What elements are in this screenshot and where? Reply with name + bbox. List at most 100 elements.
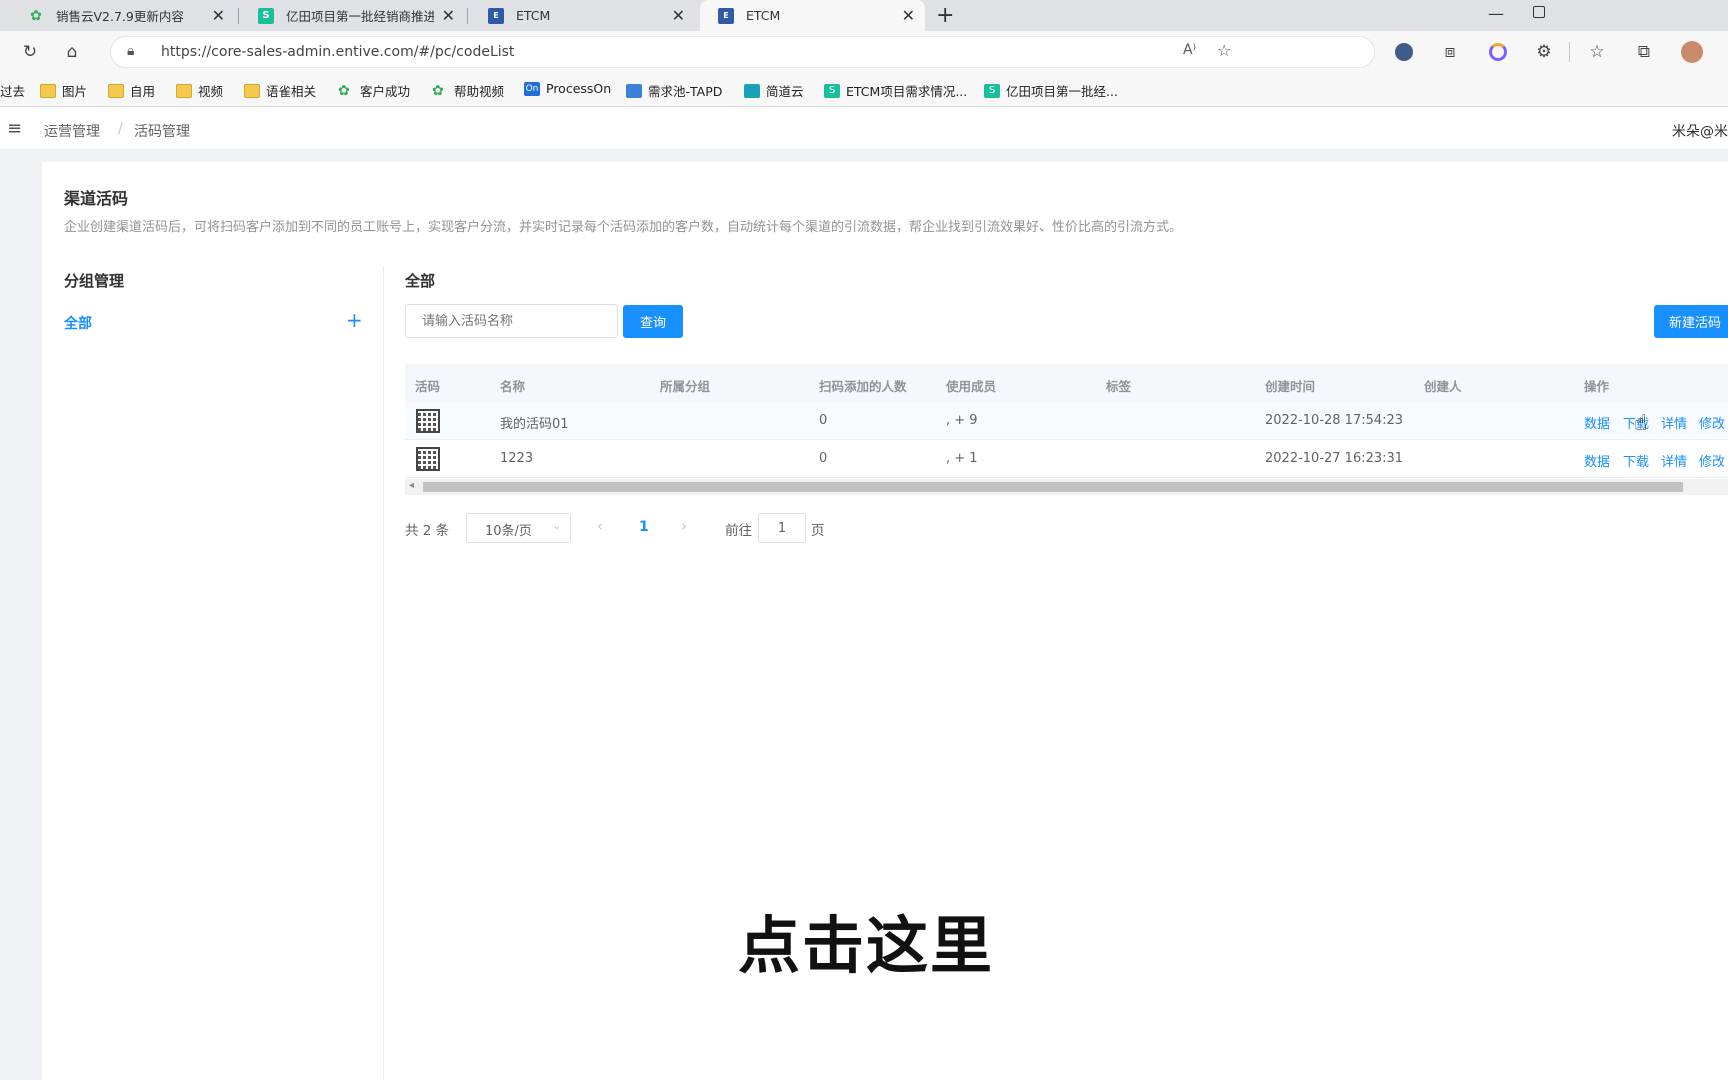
color-extension-icon[interactable] bbox=[1486, 40, 1510, 64]
scan-count: 0 bbox=[819, 413, 828, 428]
goto-prefix: 前往 bbox=[725, 523, 752, 539]
leaf-icon: ✿ bbox=[338, 82, 350, 99]
menu-toggle-icon[interactable]: ≡ bbox=[7, 118, 22, 139]
edit-link[interactable]: 修改 bbox=[1699, 451, 1725, 470]
bookmark-item[interactable]: 需求池-TAPD bbox=[626, 81, 722, 100]
bookmark-folder[interactable]: 图片 bbox=[40, 81, 87, 100]
folder-icon bbox=[108, 83, 124, 98]
breadcrumb-item[interactable]: 运营管理 bbox=[44, 121, 100, 141]
new-tab-button[interactable]: + bbox=[936, 3, 954, 28]
goto-suffix: 页 bbox=[811, 523, 825, 539]
search-input[interactable] bbox=[405, 304, 618, 338]
screenshot-icon[interactable]: ⧈ bbox=[1438, 40, 1462, 64]
panel-divider bbox=[383, 266, 384, 1080]
column-header: 名称 bbox=[500, 379, 526, 394]
browser-tab-2[interactable]: S 亿田项目第一批经销商推进度 ✕ bbox=[240, 0, 465, 31]
close-icon[interactable]: ✕ bbox=[442, 6, 455, 25]
main-title: 全部 bbox=[405, 272, 436, 290]
bookmark-item[interactable]: 简道云 bbox=[744, 81, 804, 100]
bookmark-label: 图片 bbox=[62, 84, 88, 99]
bookmark-folder[interactable]: 语雀相关 bbox=[244, 81, 316, 100]
prev-page-icon[interactable]: ‹ bbox=[597, 517, 603, 535]
data-link[interactable]: 数据 bbox=[1584, 451, 1610, 470]
maximize-icon[interactable] bbox=[1533, 6, 1545, 18]
browser-tab-strip: ✿ 销售云V2.7.9更新内容 ✕ S 亿田项目第一批经销商推进度 ✕ E ET… bbox=[0, 0, 1728, 31]
browser-tab-title: 销售云V2.7.9更新内容 bbox=[56, 9, 184, 24]
code-name: 1223 bbox=[500, 451, 534, 466]
page-number-current[interactable]: 1 bbox=[639, 519, 649, 535]
tab-separator bbox=[238, 8, 239, 24]
close-icon[interactable]: ✕ bbox=[212, 6, 225, 25]
processon-icon: On bbox=[524, 81, 540, 96]
read-aloud-icon[interactable]: A⁾ bbox=[1183, 42, 1196, 58]
browser-tab-1[interactable]: ✿ 销售云V2.7.9更新内容 ✕ bbox=[10, 0, 235, 31]
bookmark-item[interactable]: ✿ 客户成功 bbox=[338, 81, 410, 100]
close-icon[interactable]: ✕ bbox=[902, 6, 915, 25]
detail-link[interactable]: 详情 bbox=[1661, 413, 1687, 432]
browser-tab-4-active[interactable]: E ETCM ✕ bbox=[700, 0, 925, 31]
bookmark-label: 自用 bbox=[130, 84, 156, 99]
column-header: 活码 bbox=[415, 379, 441, 394]
table-row bbox=[405, 402, 1728, 440]
collections-icon[interactable]: ⧉ bbox=[1632, 40, 1656, 64]
extension-blue-icon[interactable] bbox=[1392, 40, 1416, 64]
page-description: 企业创建渠道活码后，可将扫码客户添加到不同的员工账号上，实现客户分流，并实时记录… bbox=[64, 220, 1183, 235]
bookmark-label: 语雀相关 bbox=[266, 84, 317, 99]
bookmarks-bar: 过去 图片 自用 视频 语雀相关 ✿ 客户成功 ✿ 帮助视频 On ProcessOn… bbox=[0, 73, 1728, 107]
favorite-add-icon[interactable]: ☆ bbox=[1217, 41, 1231, 60]
minimize-icon[interactable]: — bbox=[1488, 4, 1504, 23]
s-doc-icon: S bbox=[258, 7, 274, 24]
lock-icon[interactable]: 🔒︎ bbox=[127, 43, 134, 59]
bookmark-item[interactable]: S ETCM项目需求情况... bbox=[824, 81, 967, 100]
horizontal-scrollbar[interactable]: ◂ bbox=[405, 479, 1728, 495]
s-doc-icon: S bbox=[984, 83, 1000, 98]
scan-count: 0 bbox=[819, 451, 828, 466]
column-header: 所属分组 bbox=[660, 379, 711, 394]
breadcrumb-separator: / bbox=[118, 121, 123, 137]
page-size-select[interactable]: 10条/页 ⌄ bbox=[466, 513, 571, 543]
table-header-row bbox=[405, 364, 1728, 402]
bookmark-label: ProcessOn bbox=[546, 81, 612, 96]
app-header: ≡ 运营管理 / 活码管理 米朵@米 bbox=[0, 108, 1728, 150]
bookmark-item[interactable]: On ProcessOn bbox=[524, 81, 611, 96]
overlay-caption: 点击这里 bbox=[738, 909, 995, 982]
url-text[interactable]: https://core-sales-admin.entive.com/#/pc… bbox=[161, 44, 514, 60]
user-name[interactable]: 米朵@米 bbox=[1672, 121, 1728, 141]
new-code-button[interactable]: 新建活码 bbox=[1654, 305, 1728, 338]
bookmark-item[interactable]: 过去 bbox=[0, 81, 25, 100]
edit-link[interactable]: 修改 bbox=[1699, 413, 1725, 432]
data-link[interactable]: 数据 bbox=[1584, 413, 1610, 432]
scroll-left-arrow-icon[interactable]: ◂ bbox=[409, 480, 414, 491]
address-bar[interactable]: 🔒︎ https://core-sales-admin.entive.com/#… bbox=[110, 36, 1375, 68]
extensions-icon[interactable]: ⚙ bbox=[1532, 40, 1556, 64]
code-name: 我的活码01 bbox=[500, 417, 569, 432]
browser-toolbar: ↻ ⌂ 🔒︎ https://core-sales-admin.entive.c… bbox=[0, 31, 1728, 73]
add-group-icon[interactable]: + bbox=[346, 308, 363, 332]
home-icon[interactable]: ⌂ bbox=[60, 40, 84, 64]
goto-page-input[interactable] bbox=[758, 513, 806, 543]
qr-code-thumbnail[interactable] bbox=[416, 447, 440, 471]
scrollbar-thumb[interactable] bbox=[423, 482, 1683, 492]
favorites-icon[interactable]: ☆ bbox=[1585, 40, 1609, 64]
detail-link[interactable]: 详情 bbox=[1661, 451, 1687, 470]
pagination-total: 共 2 条 bbox=[405, 523, 450, 539]
close-icon[interactable]: ✕ bbox=[672, 6, 685, 25]
leaf-icon: ✿ bbox=[30, 7, 42, 24]
bookmark-item[interactable]: S 亿田项目第一批经... bbox=[984, 81, 1118, 100]
etcm-icon: E bbox=[718, 7, 734, 24]
download-link[interactable]: 下载 bbox=[1623, 451, 1649, 470]
bookmark-folder[interactable]: 自用 bbox=[108, 81, 155, 100]
bookmark-label: 亿田项目第一批经... bbox=[1006, 84, 1118, 99]
bookmark-label: ETCM项目需求情况... bbox=[846, 84, 968, 99]
bookmark-label: 视频 bbox=[198, 84, 224, 99]
query-button[interactable]: 查询 bbox=[623, 305, 683, 338]
browser-tab-3[interactable]: E ETCM ✕ bbox=[470, 0, 695, 31]
next-page-icon[interactable]: › bbox=[681, 517, 687, 535]
bookmark-folder[interactable]: 视频 bbox=[176, 81, 223, 100]
profile-avatar[interactable] bbox=[1680, 40, 1704, 64]
qr-code-thumbnail[interactable] bbox=[416, 409, 440, 433]
bookmark-item[interactable]: ✿ 帮助视频 bbox=[432, 81, 504, 100]
column-header: 扫码添加的人数 bbox=[819, 379, 907, 394]
group-item-all[interactable]: 全部 bbox=[64, 313, 92, 333]
reload-icon[interactable]: ↻ bbox=[18, 40, 42, 64]
